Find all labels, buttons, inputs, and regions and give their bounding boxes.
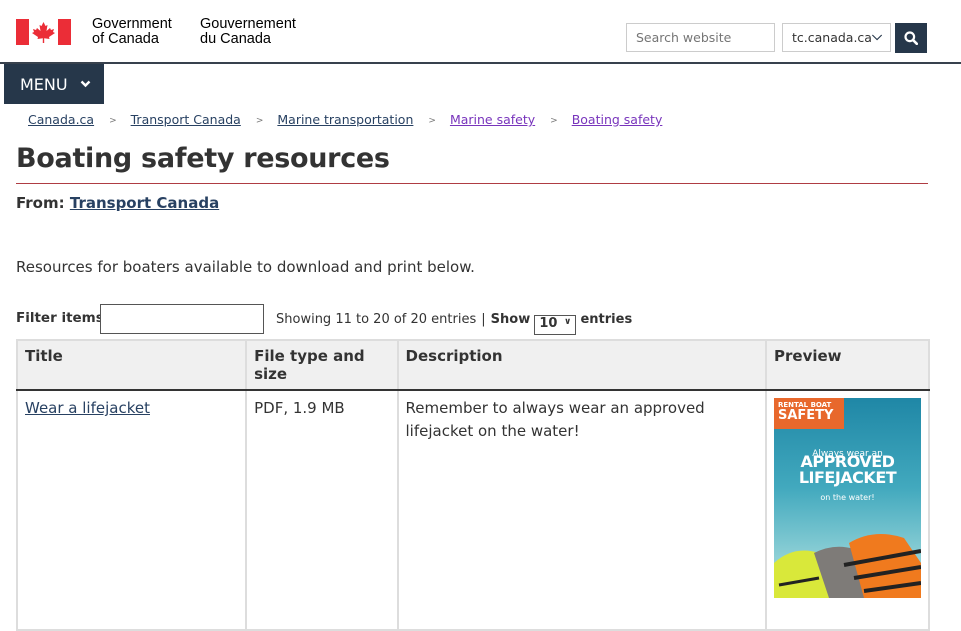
lifejacket-illustration-icon <box>774 534 921 598</box>
preview-tag-large: SAFETY <box>778 408 834 423</box>
chevron-down-icon: ⌵ <box>872 29 882 44</box>
signature-french: Gouvernement du Canada <box>200 17 296 47</box>
entries-label: entries <box>580 312 633 327</box>
intro-text: Resources for boaters available to downl… <box>16 258 475 276</box>
signature-line: Gouvernement <box>200 16 296 32</box>
menu-button[interactable]: MENU <box>4 64 104 104</box>
signature-line: du Canada <box>200 31 271 47</box>
column-header-file-type[interactable]: File type and size <box>245 339 399 391</box>
page-title: Boating safety resources <box>16 141 928 184</box>
breadcrumb-separator-icon: > <box>428 116 436 126</box>
search-input[interactable] <box>626 23 775 52</box>
from-label: From: <box>16 194 65 212</box>
header-divider <box>0 62 961 64</box>
breadcrumb-link-marine-safety[interactable]: Marine safety <box>450 112 535 127</box>
breadcrumb-link-marine-transportation[interactable]: Marine transportation <box>277 112 413 127</box>
preview-line2b: LIFEJACKET <box>798 468 897 487</box>
filter-input[interactable] <box>100 304 264 334</box>
menu-label: MENU <box>20 74 68 94</box>
preview-image[interactable]: RENTAL BOAT SAFETY Always wear an APPROV… <box>774 398 921 598</box>
preview-tag: RENTAL BOAT SAFETY <box>774 398 844 429</box>
cell-description: Remember to always wear an approved life… <box>396 389 768 631</box>
breadcrumb-separator-icon: > <box>109 116 117 126</box>
resources-table: Title File type and size Description Pre… <box>15 339 930 631</box>
preview-line3: on the water! <box>820 493 875 502</box>
column-header-preview[interactable]: Preview <box>765 339 930 391</box>
search-button[interactable] <box>895 23 927 53</box>
canada-flag-icon[interactable] <box>16 19 71 45</box>
table-row: Wear a lifejacket PDF, 1.9 MB Remember t… <box>15 389 930 631</box>
signature-line: Government <box>92 16 172 32</box>
cell-file: PDF, 1.9 MB <box>245 389 399 631</box>
page-size-select[interactable]: 10 ∨ <box>534 315 577 335</box>
column-header-title[interactable]: Title <box>15 339 248 391</box>
breadcrumb-separator-icon: > <box>255 116 264 126</box>
from-link[interactable]: Transport Canada <box>70 194 219 212</box>
breadcrumb-link-boating-safety[interactable]: Boating safety <box>572 112 663 127</box>
search-icon <box>904 31 918 45</box>
signature-line: of Canada <box>92 31 159 47</box>
preview-headline: APPROVED LIFEJACKET <box>774 454 921 486</box>
breadcrumb-link-canada[interactable]: Canada.ca <box>28 112 94 127</box>
chevron-down-icon <box>80 80 90 88</box>
divider: | <box>481 312 486 327</box>
table-info: Showing 11 to 20 of 20 entries | Show 10 ∨ … <box>276 312 632 335</box>
column-header-description[interactable]: Description <box>396 339 768 391</box>
signature-english: Government of Canada <box>92 17 172 47</box>
breadcrumb-link-transport-canada[interactable]: Transport Canada <box>131 112 241 127</box>
from-line: From: Transport Canada <box>16 194 219 212</box>
show-label: Show <box>490 312 531 327</box>
filter-label: Filter items <box>16 310 104 326</box>
showing-entries-text: Showing 11 to 20 of 20 entries <box>276 312 477 327</box>
breadcrumb: Canada.ca > Transport Canada > Marine transp… <box>28 112 662 127</box>
cell-preview: RENTAL BOAT SAFETY Always wear an APPROV… <box>765 389 930 631</box>
resource-link[interactable]: Wear a lifejacket <box>25 399 150 417</box>
table-header-row: Title File type and size Description Pre… <box>15 339 930 391</box>
site-select[interactable]: tc.canada.ca ⌵ <box>782 23 891 52</box>
page-size-value: 10 <box>539 316 558 331</box>
site-select-value: tc.canada.ca <box>792 30 872 45</box>
chevron-down-icon: ∨ <box>564 317 572 327</box>
cell-title: Wear a lifejacket <box>15 389 248 631</box>
breadcrumb-separator-icon: > <box>550 116 558 126</box>
site-header: Government of Canada Gouvernement du Can… <box>0 0 961 62</box>
